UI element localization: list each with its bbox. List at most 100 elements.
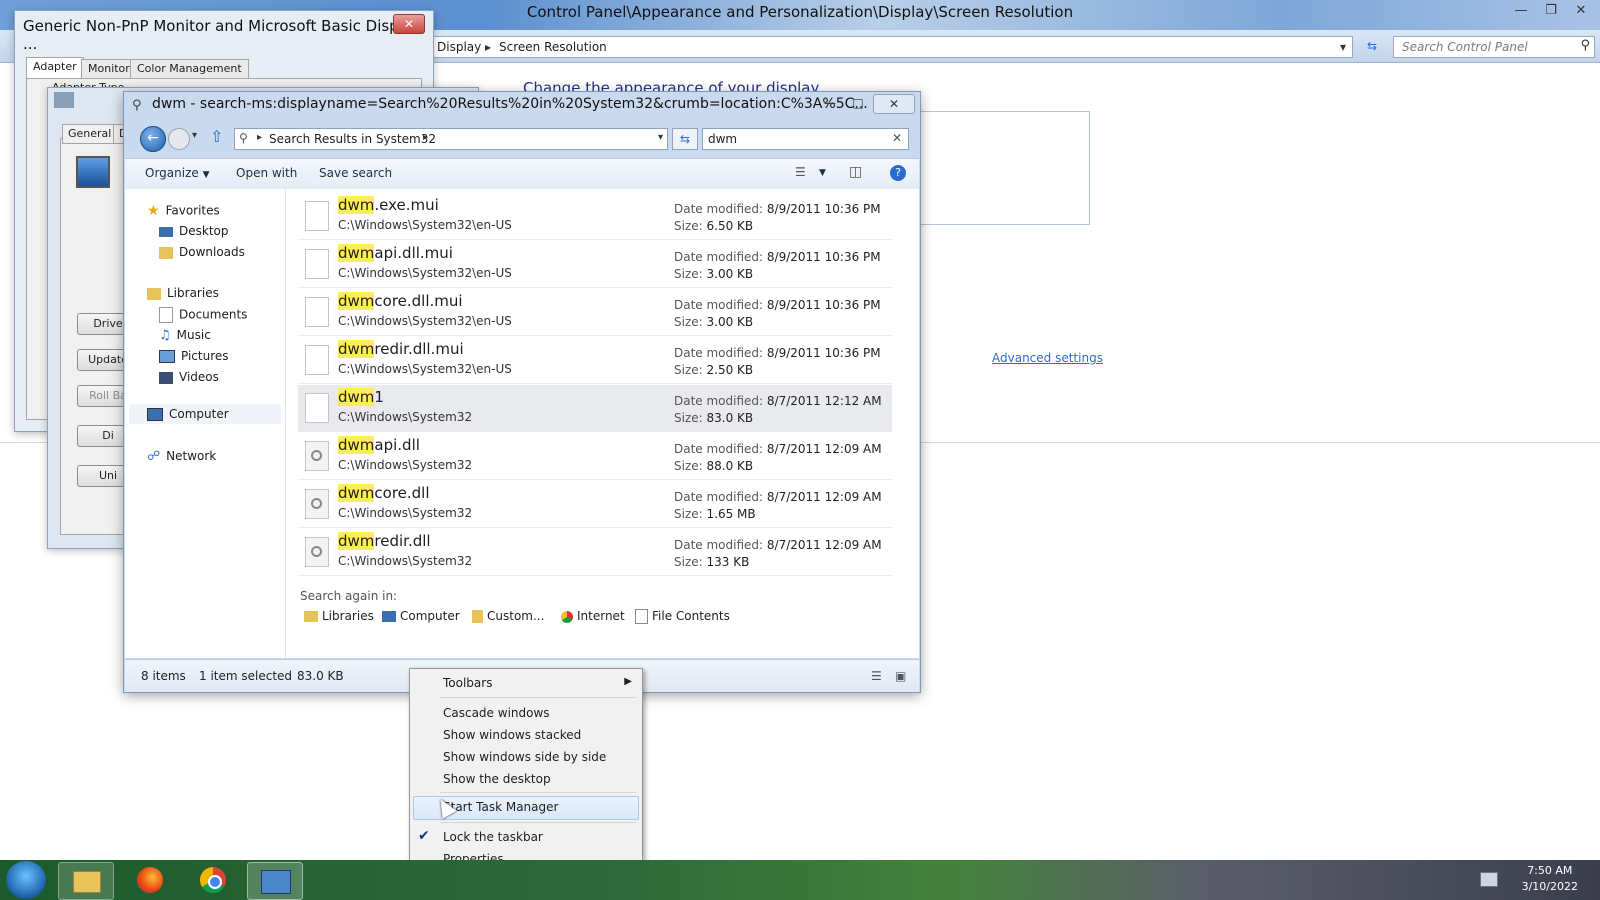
file-row[interactable]: dwmapi.dll C:\Windows\System32 Date modifi… xyxy=(298,433,892,480)
file-row[interactable]: dwmcore.dll.mui C:\Windows\System32\en-US… xyxy=(298,289,892,336)
organize-label: Organize xyxy=(145,166,199,180)
file-contents-icon xyxy=(635,609,648,624)
search-input[interactable]: dwm ✕ xyxy=(702,128,909,150)
organize-button[interactable]: Organize ▼ xyxy=(145,166,210,180)
menu-item-show-windows-side-by-side[interactable]: Show windows side by side xyxy=(443,750,606,764)
nav-videos[interactable]: Videos xyxy=(159,370,219,384)
back-button[interactable]: ← xyxy=(140,126,166,152)
nav-desktop[interactable]: Desktop xyxy=(159,224,229,238)
nav-label: Network xyxy=(166,449,217,463)
file-icon xyxy=(305,201,329,231)
control-panel-search-input[interactable]: Search Control Panel ⚲ xyxy=(1393,36,1595,58)
date-value: 8/9/2011 10:36 PM xyxy=(766,346,881,360)
firefox-icon xyxy=(137,867,163,893)
recent-pages-chevron-icon[interactable]: ▾ xyxy=(192,130,197,141)
menu-item-start-task-manager[interactable]: Start Task Manager xyxy=(443,800,558,814)
tab-general[interactable]: General xyxy=(62,124,118,144)
clear-search-icon[interactable]: ✕ xyxy=(892,131,902,145)
advanced-settings-link[interactable]: Advanced settings xyxy=(992,351,1103,365)
search-again-libraries[interactable]: Libraries xyxy=(304,609,374,623)
file-row[interactable]: dwmapi.dll.mui C:\Windows\System32\en-US D… xyxy=(298,241,892,288)
search-again-computer[interactable]: Computer xyxy=(382,609,460,623)
file-name-rest: api.dll xyxy=(374,436,420,454)
nav-pictures[interactable]: Pictures xyxy=(159,349,229,363)
folder-icon xyxy=(73,871,101,893)
search-again-file-contents[interactable]: File Contents xyxy=(635,609,730,624)
nav-music[interactable]: ♫ Music xyxy=(159,328,211,343)
search-icon[interactable]: ⚲ xyxy=(1580,38,1590,53)
file-row[interactable]: dwmredir.dll C:\Windows\System32 Date modi… xyxy=(298,529,892,576)
file-row[interactable]: dwmcore.dll C:\Windows\System32 Date modif… xyxy=(298,481,892,528)
nav-favorites[interactable]: ★ Favorites xyxy=(147,203,220,219)
taskbar-firefox[interactable] xyxy=(123,862,177,898)
nav-documents[interactable]: Documents xyxy=(159,307,247,323)
nav-libraries[interactable]: Libraries xyxy=(147,286,219,300)
tray-clock[interactable]: 7:50 AM 3/10/2022 xyxy=(1522,863,1578,895)
up-arrow-icon[interactable]: ⇧ xyxy=(210,127,223,146)
close-button[interactable]: ✕ xyxy=(393,14,425,34)
menu-item-toolbars[interactable]: Toolbars xyxy=(443,676,492,690)
taskbar-explorer[interactable] xyxy=(58,862,114,900)
file-name: dwmapi.dll xyxy=(338,436,420,454)
breadcrumb-item-screen-resolution[interactable]: Screen Resolution xyxy=(499,37,607,57)
network-tray-icon[interactable] xyxy=(1480,872,1498,887)
dll-file-icon xyxy=(305,489,329,519)
file-size: Size: 2.50 KB xyxy=(674,363,753,377)
downloads-folder-icon xyxy=(159,246,173,259)
refresh-button[interactable]: ⇆ xyxy=(672,128,698,150)
search-again-item-label: Custom... xyxy=(487,609,545,623)
restore-button[interactable]: ❐ xyxy=(1538,2,1564,22)
tab-monitor[interactable]: Monitor xyxy=(81,59,137,79)
tab-adapter[interactable]: Adapter xyxy=(26,57,84,79)
file-name: dwmredir.dll xyxy=(338,532,431,550)
forward-button[interactable] xyxy=(168,128,190,150)
custom-folder-icon xyxy=(472,610,483,623)
file-row[interactable]: dwmredir.dll.mui C:\Windows\System32\en-U… xyxy=(298,337,892,384)
nav-computer[interactable]: Computer xyxy=(147,407,229,421)
start-button[interactable] xyxy=(6,861,46,899)
file-row[interactable]: dwm1 C:\Windows\System32 Date modified: 8/… xyxy=(298,385,892,432)
maximize-button[interactable]: □ xyxy=(845,94,871,112)
search-value: dwm xyxy=(708,132,738,146)
minimize-button[interactable]: — xyxy=(817,94,843,112)
nav-network[interactable]: ☍ Network xyxy=(147,449,216,464)
refresh-icon[interactable]: ⇆ xyxy=(1359,36,1385,56)
nav-downloads[interactable]: Downloads xyxy=(159,245,245,259)
close-button[interactable]: ✕ xyxy=(1568,2,1594,22)
search-again-internet[interactable]: Internet xyxy=(561,609,625,623)
chevron-down-icon[interactable]: ▾ xyxy=(658,132,663,143)
file-name: dwmcore.dll.mui xyxy=(338,292,463,310)
breadcrumb-item-display[interactable]: Display xyxy=(437,37,481,57)
open-with-button[interactable]: Open with xyxy=(236,166,297,180)
breadcrumb-item[interactable]: Search Results in System32 xyxy=(269,132,436,146)
file-row[interactable]: dwm.exe.mui C:\Windows\System32\en-US Date… xyxy=(298,193,892,240)
menu-item-show-the-desktop[interactable]: Show the desktop xyxy=(443,772,551,786)
menu-item-lock-the-taskbar[interactable]: Lock the taskbar xyxy=(443,830,543,844)
breadcrumb-arrow-icon[interactable]: ▸ xyxy=(257,132,262,143)
file-size: Size: 6.50 KB xyxy=(674,219,753,233)
chevron-down-icon[interactable]: ▾ xyxy=(1340,37,1346,57)
breadcrumb[interactable]: ⚲ ▸ Search Results in System32 ▸ ▾ xyxy=(234,128,668,150)
breadcrumb-arrow-icon[interactable]: ▸ xyxy=(423,132,428,143)
details-view-icon[interactable]: ☰ xyxy=(871,669,882,683)
large-icons-view-icon[interactable]: ▣ xyxy=(895,669,906,683)
minimize-button[interactable]: — xyxy=(1508,2,1534,22)
change-view-icon[interactable]: ☰ xyxy=(795,165,806,179)
music-icon: ♫ xyxy=(159,328,171,343)
preview-pane-icon[interactable]: ◫ xyxy=(849,164,862,180)
close-button[interactable]: ✕ xyxy=(873,94,915,114)
taskbar-control-panel[interactable] xyxy=(247,862,303,900)
breadcrumb[interactable]: Display ▸ Screen Resolution ▾ xyxy=(426,36,1353,58)
tab-color-management[interactable]: Color Management xyxy=(130,59,249,79)
save-search-button[interactable]: Save search xyxy=(319,166,392,180)
file-path: C:\Windows\System32\en-US xyxy=(338,218,512,232)
taskbar-chrome[interactable] xyxy=(186,862,240,898)
menu-item-show-windows-stacked[interactable]: Show windows stacked xyxy=(443,728,581,742)
search-again-custom[interactable]: Custom... xyxy=(472,609,544,623)
file-name: dwmredir.dll.mui xyxy=(338,340,464,358)
menu-item-cascade-windows[interactable]: Cascade windows xyxy=(443,706,550,720)
size-value: 3.00 KB xyxy=(706,267,754,281)
help-icon[interactable]: ? xyxy=(890,165,906,181)
size-value: 1.65 MB xyxy=(706,507,756,521)
view-options-chevron-icon[interactable]: ▼ xyxy=(819,168,826,178)
